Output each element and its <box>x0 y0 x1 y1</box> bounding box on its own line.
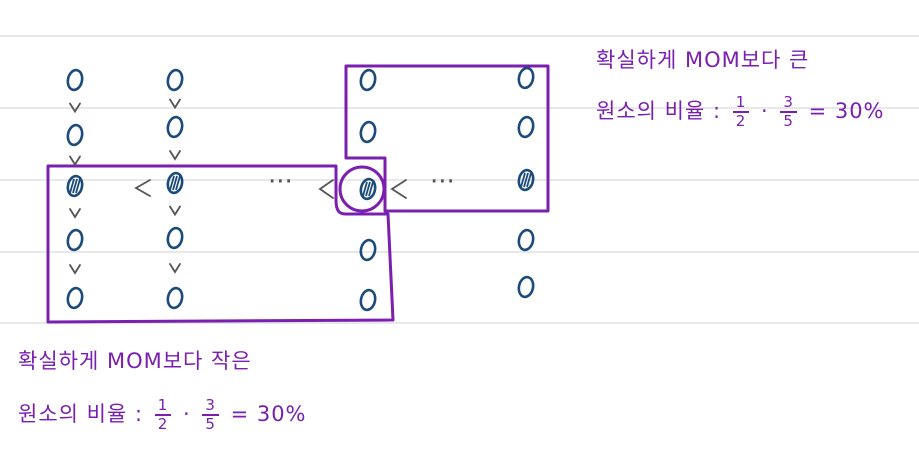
fraction-one-half: 1 2 <box>732 94 750 130</box>
fraction-denominator: 5 <box>205 415 216 433</box>
fraction-numerator: 3 <box>202 397 219 416</box>
fraction-one-half: 1 2 <box>154 397 172 433</box>
note-bottom-line2: 원소의 비율 : 1 2 · 3 5 = 30% <box>18 397 307 433</box>
less-than-sign <box>318 179 334 199</box>
fraction-denominator: 2 <box>735 112 747 130</box>
array-element <box>166 226 184 250</box>
multiply-dot: · <box>760 99 769 123</box>
array-element <box>359 68 377 92</box>
row-comparisons: ··· ··· <box>134 167 455 199</box>
array-element <box>66 286 84 310</box>
fraction-three-fifths: 3 5 <box>202 397 219 433</box>
ratio-label: 원소의 비율 : <box>18 402 144 426</box>
array-element <box>359 238 377 262</box>
down-arrow-icon <box>69 208 81 219</box>
note-top: 확실하게 MOM보다 큰 원소의 비율 : 1 2 · 3 5 = 30% <box>596 44 885 130</box>
array-element <box>166 68 184 92</box>
ratio-label: 원소의 비율 : <box>596 99 722 123</box>
array-element <box>66 228 84 252</box>
note-top-line1: 확실하게 MOM보다 큰 <box>596 48 810 72</box>
down-arrow-icon <box>169 98 181 110</box>
note-bottom-line1: 확실하게 MOM보다 작은 <box>18 349 252 373</box>
down-arrow-icon <box>69 155 81 167</box>
array-element <box>517 66 535 90</box>
ratio-result: = 30% <box>808 99 885 123</box>
ratio-result: = 30% <box>230 402 307 426</box>
note-bottom: 확실하게 MOM보다 작은 원소의 비율 : 1 2 · 3 5 = 30% <box>18 345 307 433</box>
comparisons: ··· ··· <box>69 98 455 275</box>
multiply-dot: · <box>182 402 191 426</box>
down-arrow-icon <box>169 205 181 217</box>
array-element <box>359 288 377 312</box>
fraction-three-fifths: 3 5 <box>780 94 797 130</box>
array-element <box>166 286 184 310</box>
ellipsis-right: ··· <box>430 167 455 197</box>
array-element <box>66 123 84 147</box>
down-arrow-icon <box>169 263 181 274</box>
note-top-line2: 원소의 비율 : 1 2 · 3 5 = 30% <box>596 94 885 130</box>
down-arrow-icon <box>69 264 81 275</box>
ellipsis-left: ··· <box>268 167 293 197</box>
array-element <box>66 68 84 92</box>
array-element <box>359 120 377 144</box>
fraction-numerator: 1 <box>732 94 750 113</box>
array-element <box>517 115 535 139</box>
less-than-sign <box>134 179 151 197</box>
array-element <box>166 115 184 139</box>
array-element <box>517 275 535 299</box>
array-element <box>517 228 535 252</box>
fraction-numerator: 1 <box>154 397 172 416</box>
fraction-denominator: 2 <box>157 415 169 433</box>
fraction-denominator: 5 <box>783 112 794 130</box>
fraction-numerator: 3 <box>780 94 797 113</box>
less-than-sign <box>390 179 407 199</box>
down-arrow-icon <box>169 150 181 161</box>
